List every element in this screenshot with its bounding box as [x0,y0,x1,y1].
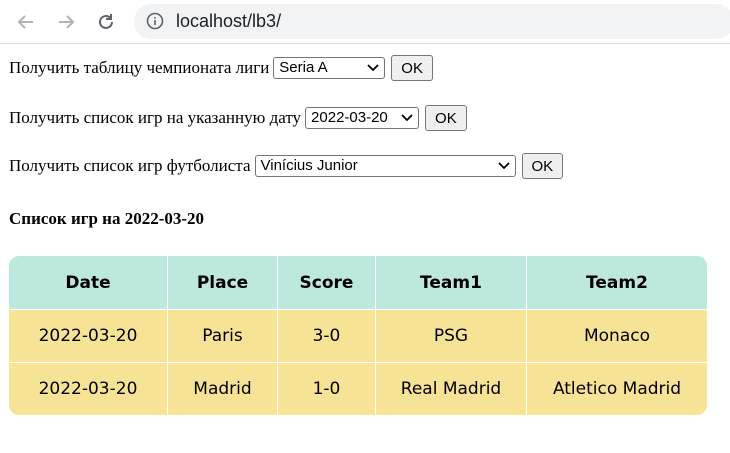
league-select[interactable]: Seria A [273,57,386,79]
info-icon[interactable] [146,12,164,30]
league-select-value: Seria A [279,59,328,76]
cell-team2: Atletico Madrid [552,379,682,399]
reload-icon[interactable] [92,8,120,36]
table-row: 2022-03-20 Paris 3-0 PSG Monaco [9,309,707,362]
table-row: 2022-03-20 Madrid 1-0 Real Madrid Atleti… [9,362,707,415]
player-ok-button[interactable]: OK [521,153,564,179]
header-date: Date [9,256,168,309]
forward-arrow-icon[interactable] [52,8,80,36]
cell-place: Madrid [168,363,278,415]
cell-date: 2022-03-20 [9,310,168,362]
back-arrow-icon[interactable] [12,8,40,36]
cell-team1: PSG [376,310,527,362]
date-games-label: Получить список игр на указанную дату [9,108,302,127]
cell-date: 2022-03-20 [9,363,168,415]
cell-score: 1-0 [278,363,376,415]
header-team2: Team2 [586,272,648,293]
games-table: Date Place Score Team1 Team2 2022-03-20 … [9,256,707,415]
header-team1: Team1 [376,256,527,309]
cell-place: Paris [168,310,278,362]
league-ok-button[interactable]: OK [391,55,433,81]
chevron-down-icon [367,64,379,72]
header-place: Place [168,256,278,309]
date-ok-button[interactable]: OK [425,105,467,131]
date-select[interactable]: 2022-03-20 [305,107,420,129]
league-table-label: Получить таблицу чемпионата лиги [9,58,270,77]
league-table-form: Получить таблицу чемпионата лиги Seria A… [9,55,433,81]
url-text[interactable]: localhost/lb3/ [176,10,281,32]
table-header-row: Date Place Score Team1 Team2 [9,256,707,309]
cell-team1: Real Madrid [376,363,527,415]
player-games-form: Получить список игр футболиста Vinícius … [9,153,564,179]
player-games-label: Получить список игр футболиста [9,156,251,175]
chevron-down-icon [401,114,413,122]
section-title: Список игр на 2022-03-20 [9,209,205,228]
cell-team2: Monaco [583,326,650,346]
player-select-value: Vinícius Junior [260,157,358,174]
player-select[interactable]: Vinícius Junior [254,155,516,177]
cell-score: 3-0 [278,310,376,362]
date-games-form: Получить список игр на указанную дату 20… [9,105,467,131]
date-select-value: 2022-03-20 [311,109,388,126]
browser-toolbar: localhost/lb3/ [0,0,730,44]
header-score: Score [278,256,376,309]
chevron-down-icon [497,162,510,170]
